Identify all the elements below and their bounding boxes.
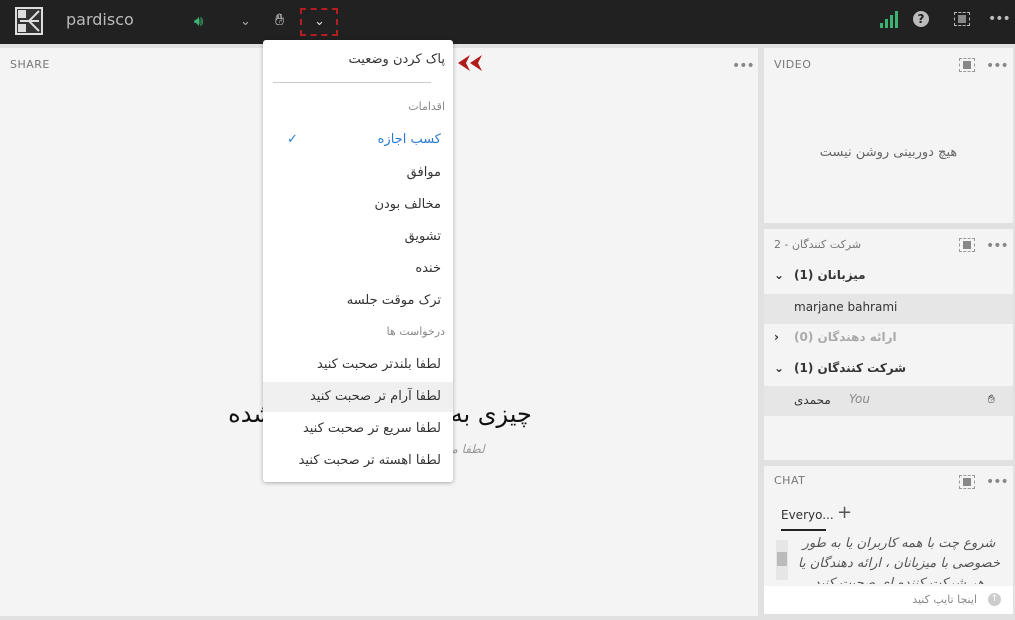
menu-item-applause[interactable]: تشویق <box>263 222 453 252</box>
group-hosts[interactable]: ⌄ میزبانان (1) <box>764 268 1013 292</box>
menu-actions-header: اقدامات <box>408 100 445 113</box>
chat-welcome-text: شروع چت با همه کاربران یا به طور خصوصی ب… <box>798 536 1000 584</box>
video-panel: VIDEO ••• هیچ دوربینی روشن نیست <box>764 48 1013 223</box>
menu-item-disagree[interactable]: مخالف بودن <box>263 190 453 220</box>
chat-panel: CHAT ••• Everyo... + شروع چت با همه کارب… <box>764 466 1013 586</box>
audio-chevron-down-icon[interactable]: ⌄ <box>240 14 251 29</box>
raise-hand-icon[interactable]: ✋︎ <box>275 10 284 30</box>
participant-row[interactable]: marjane bahrami <box>764 294 1013 324</box>
menu-item-louder[interactable]: لطفا بلندتر صحبت کنید <box>263 350 453 380</box>
participant-row-you[interactable]: محمدی You ✋︎ <box>764 386 1013 416</box>
chevron-down-icon: ⌄ <box>774 268 785 282</box>
video-empty-text: هیچ دوربینی روشن نیست <box>819 145 958 160</box>
participants-more-icon[interactable]: ••• <box>986 238 1009 254</box>
video-more-icon[interactable]: ••• <box>986 58 1009 74</box>
chat-input[interactable]: اینجا تایپ کنید ↑ <box>764 586 1013 614</box>
chat-tab-everyone[interactable]: Everyo... <box>781 508 834 531</box>
group-presenters[interactable]: › ارائه دهندگان (0) <box>764 330 1013 354</box>
menu-item-laugh[interactable]: خنده <box>263 254 453 284</box>
menu-item-agree[interactable]: موافق <box>263 158 453 188</box>
participants-fullscreen-icon[interactable] <box>959 238 975 252</box>
status-menu: پاک کردن وضعیت اقدامات کسب اجازه ✓ موافق … <box>263 40 453 482</box>
check-icon: ✓ <box>287 132 298 147</box>
raise-hand-icon: ✋︎ <box>988 392 995 406</box>
chat-fullscreen-icon[interactable] <box>959 475 975 489</box>
brand-name: pardisco <box>66 10 134 29</box>
menu-item-away[interactable]: ترک موقت جلسه <box>263 286 453 316</box>
participants-title: شرکت کنندگان - 2 <box>774 238 862 251</box>
chevron-right-icon: › <box>774 330 779 344</box>
signal-icon[interactable] <box>880 11 898 29</box>
pointer-arrow-icon <box>458 55 482 71</box>
menu-item-quieter[interactable]: لطفا آرام تر صحبت کنید <box>263 382 453 412</box>
top-bar: pardisco 🔊︎ ⌄ ✋︎ ⌄ ? ••• <box>0 0 1015 44</box>
chat-scrollbar[interactable] <box>776 540 788 580</box>
menu-divider <box>273 82 431 83</box>
share-title: SHARE <box>10 58 50 71</box>
add-chat-tab-button[interactable]: + <box>837 502 852 523</box>
chat-title: CHAT <box>774 474 806 487</box>
menu-requests-header: درخواست ها <box>386 325 445 338</box>
more-icon[interactable]: ••• <box>988 11 1011 27</box>
menu-item-faster[interactable]: لطفا سریع تر صحبت کنید <box>263 414 453 444</box>
speaker-icon[interactable]: 🔊︎ <box>194 12 203 30</box>
menu-item-raise-hand[interactable]: کسب اجازه ✓ <box>263 125 453 155</box>
fullscreen-icon[interactable] <box>954 12 970 26</box>
status-chevron-down-icon[interactable]: ⌄ <box>314 14 325 29</box>
help-icon[interactable]: ? <box>913 11 929 27</box>
video-title: VIDEO <box>774 58 812 71</box>
logo-icon <box>15 7 43 35</box>
video-fullscreen-icon[interactable] <box>959 58 975 72</box>
send-icon[interactable]: ↑ <box>988 593 1001 606</box>
chat-more-icon[interactable]: ••• <box>986 474 1009 490</box>
menu-item-slower[interactable]: لطفا اهسته تر صحبت کنید <box>263 446 453 476</box>
share-more-icon[interactable]: ••• <box>732 58 755 74</box>
chevron-down-icon: ⌄ <box>774 361 785 375</box>
menu-clear-status[interactable]: پاک کردن وضعیت <box>263 45 453 75</box>
group-attendees[interactable]: ⌄ شرکت کنندگان (1) <box>764 361 1013 385</box>
